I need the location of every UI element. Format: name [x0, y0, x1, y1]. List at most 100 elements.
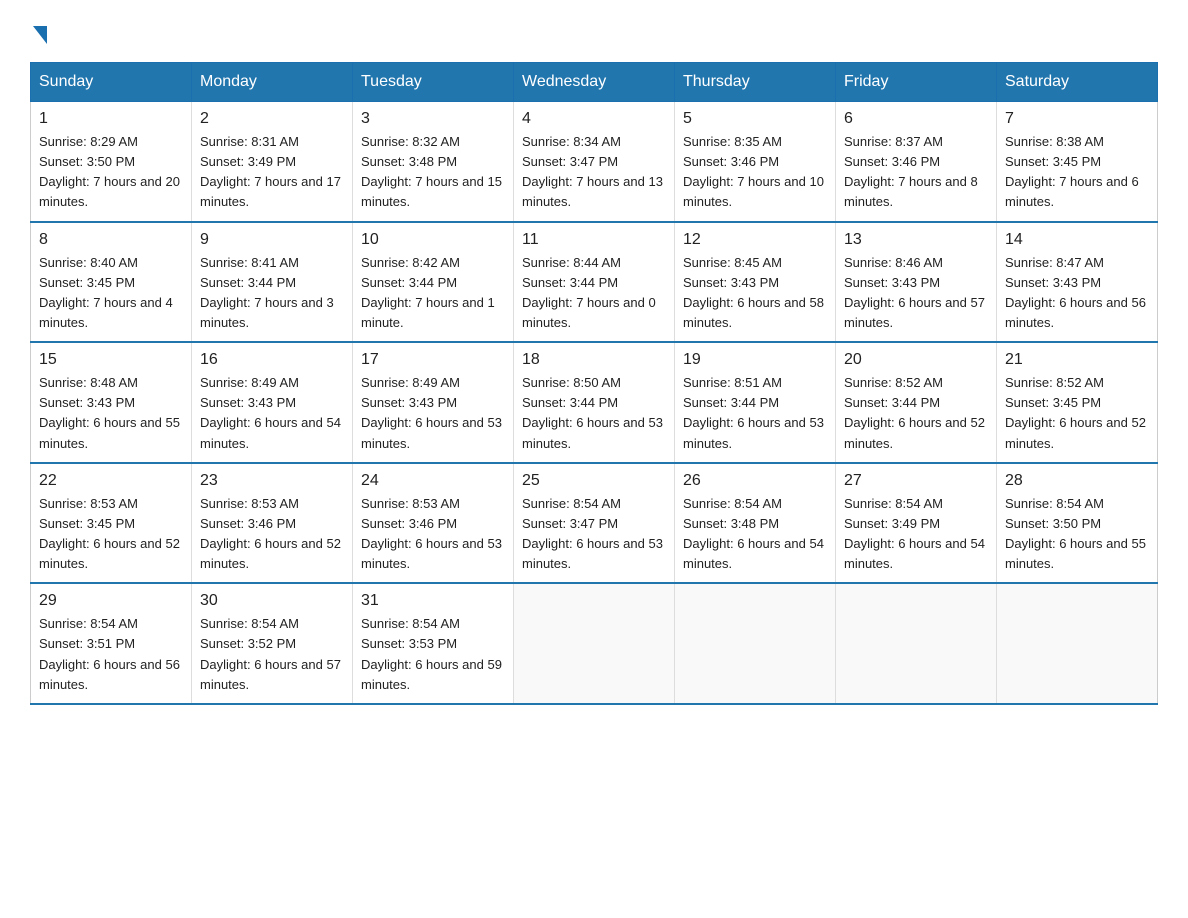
day-number: 11	[522, 231, 666, 249]
calendar-cell: 8 Sunrise: 8:40 AMSunset: 3:45 PMDayligh…	[31, 222, 192, 343]
week-row-2: 8 Sunrise: 8:40 AMSunset: 3:45 PMDayligh…	[31, 222, 1158, 343]
day-number: 24	[361, 472, 505, 490]
day-number: 5	[683, 110, 827, 128]
day-number: 7	[1005, 110, 1149, 128]
day-number: 3	[361, 110, 505, 128]
day-detail: Sunrise: 8:54 AMSunset: 3:50 PMDaylight:…	[1005, 496, 1146, 571]
day-number: 19	[683, 351, 827, 369]
header-monday: Monday	[192, 63, 353, 102]
day-number: 9	[200, 231, 344, 249]
day-number: 10	[361, 231, 505, 249]
calendar-cell: 27 Sunrise: 8:54 AMSunset: 3:49 PMDaylig…	[836, 463, 997, 584]
calendar-cell: 10 Sunrise: 8:42 AMSunset: 3:44 PMDaylig…	[353, 222, 514, 343]
calendar-cell: 15 Sunrise: 8:48 AMSunset: 3:43 PMDaylig…	[31, 342, 192, 463]
calendar-cell: 22 Sunrise: 8:53 AMSunset: 3:45 PMDaylig…	[31, 463, 192, 584]
day-detail: Sunrise: 8:53 AMSunset: 3:46 PMDaylight:…	[200, 496, 341, 571]
day-detail: Sunrise: 8:51 AMSunset: 3:44 PMDaylight:…	[683, 375, 824, 450]
calendar-cell: 18 Sunrise: 8:50 AMSunset: 3:44 PMDaylig…	[514, 342, 675, 463]
logo	[30, 20, 47, 44]
calendar-cell: 5 Sunrise: 8:35 AMSunset: 3:46 PMDayligh…	[675, 102, 836, 222]
logo-arrow-icon	[33, 26, 47, 44]
day-number: 18	[522, 351, 666, 369]
day-number: 6	[844, 110, 988, 128]
day-detail: Sunrise: 8:47 AMSunset: 3:43 PMDaylight:…	[1005, 255, 1146, 330]
calendar-cell: 11 Sunrise: 8:44 AMSunset: 3:44 PMDaylig…	[514, 222, 675, 343]
day-number: 26	[683, 472, 827, 490]
day-number: 13	[844, 231, 988, 249]
day-detail: Sunrise: 8:32 AMSunset: 3:48 PMDaylight:…	[361, 134, 502, 209]
header-wednesday: Wednesday	[514, 63, 675, 102]
day-detail: Sunrise: 8:45 AMSunset: 3:43 PMDaylight:…	[683, 255, 824, 330]
calendar-cell: 1 Sunrise: 8:29 AMSunset: 3:50 PMDayligh…	[31, 102, 192, 222]
day-number: 16	[200, 351, 344, 369]
day-detail: Sunrise: 8:35 AMSunset: 3:46 PMDaylight:…	[683, 134, 824, 209]
calendar-cell	[514, 583, 675, 704]
day-detail: Sunrise: 8:48 AMSunset: 3:43 PMDaylight:…	[39, 375, 180, 450]
day-number: 29	[39, 592, 183, 610]
calendar-cell: 9 Sunrise: 8:41 AMSunset: 3:44 PMDayligh…	[192, 222, 353, 343]
day-detail: Sunrise: 8:29 AMSunset: 3:50 PMDaylight:…	[39, 134, 180, 209]
day-detail: Sunrise: 8:52 AMSunset: 3:45 PMDaylight:…	[1005, 375, 1146, 450]
header-tuesday: Tuesday	[353, 63, 514, 102]
week-row-1: 1 Sunrise: 8:29 AMSunset: 3:50 PMDayligh…	[31, 102, 1158, 222]
day-number: 15	[39, 351, 183, 369]
day-detail: Sunrise: 8:54 AMSunset: 3:47 PMDaylight:…	[522, 496, 663, 571]
calendar-cell: 4 Sunrise: 8:34 AMSunset: 3:47 PMDayligh…	[514, 102, 675, 222]
calendar-cell	[997, 583, 1158, 704]
day-detail: Sunrise: 8:54 AMSunset: 3:53 PMDaylight:…	[361, 616, 502, 691]
calendar-cell: 17 Sunrise: 8:49 AMSunset: 3:43 PMDaylig…	[353, 342, 514, 463]
calendar-cell: 19 Sunrise: 8:51 AMSunset: 3:44 PMDaylig…	[675, 342, 836, 463]
header-saturday: Saturday	[997, 63, 1158, 102]
day-detail: Sunrise: 8:54 AMSunset: 3:48 PMDaylight:…	[683, 496, 824, 571]
calendar-cell: 16 Sunrise: 8:49 AMSunset: 3:43 PMDaylig…	[192, 342, 353, 463]
day-detail: Sunrise: 8:42 AMSunset: 3:44 PMDaylight:…	[361, 255, 495, 330]
day-number: 17	[361, 351, 505, 369]
day-number: 25	[522, 472, 666, 490]
calendar-cell: 31 Sunrise: 8:54 AMSunset: 3:53 PMDaylig…	[353, 583, 514, 704]
calendar-cell	[836, 583, 997, 704]
calendar-cell: 24 Sunrise: 8:53 AMSunset: 3:46 PMDaylig…	[353, 463, 514, 584]
calendar-cell: 6 Sunrise: 8:37 AMSunset: 3:46 PMDayligh…	[836, 102, 997, 222]
header-friday: Friday	[836, 63, 997, 102]
day-number: 27	[844, 472, 988, 490]
day-detail: Sunrise: 8:38 AMSunset: 3:45 PMDaylight:…	[1005, 134, 1139, 209]
day-number: 8	[39, 231, 183, 249]
calendar-cell: 23 Sunrise: 8:53 AMSunset: 3:46 PMDaylig…	[192, 463, 353, 584]
day-number: 20	[844, 351, 988, 369]
day-detail: Sunrise: 8:37 AMSunset: 3:46 PMDaylight:…	[844, 134, 978, 209]
calendar-cell: 2 Sunrise: 8:31 AMSunset: 3:49 PMDayligh…	[192, 102, 353, 222]
calendar-cell: 12 Sunrise: 8:45 AMSunset: 3:43 PMDaylig…	[675, 222, 836, 343]
day-number: 2	[200, 110, 344, 128]
calendar-header-row: SundayMondayTuesdayWednesdayThursdayFrid…	[31, 63, 1158, 102]
day-detail: Sunrise: 8:49 AMSunset: 3:43 PMDaylight:…	[200, 375, 341, 450]
day-detail: Sunrise: 8:54 AMSunset: 3:49 PMDaylight:…	[844, 496, 985, 571]
day-number: 23	[200, 472, 344, 490]
calendar-table: SundayMondayTuesdayWednesdayThursdayFrid…	[30, 62, 1158, 705]
calendar-cell: 14 Sunrise: 8:47 AMSunset: 3:43 PMDaylig…	[997, 222, 1158, 343]
week-row-3: 15 Sunrise: 8:48 AMSunset: 3:43 PMDaylig…	[31, 342, 1158, 463]
day-detail: Sunrise: 8:54 AMSunset: 3:51 PMDaylight:…	[39, 616, 180, 691]
calendar-cell: 21 Sunrise: 8:52 AMSunset: 3:45 PMDaylig…	[997, 342, 1158, 463]
day-number: 14	[1005, 231, 1149, 249]
calendar-cell: 3 Sunrise: 8:32 AMSunset: 3:48 PMDayligh…	[353, 102, 514, 222]
day-number: 30	[200, 592, 344, 610]
day-number: 1	[39, 110, 183, 128]
calendar-cell: 30 Sunrise: 8:54 AMSunset: 3:52 PMDaylig…	[192, 583, 353, 704]
day-detail: Sunrise: 8:46 AMSunset: 3:43 PMDaylight:…	[844, 255, 985, 330]
week-row-5: 29 Sunrise: 8:54 AMSunset: 3:51 PMDaylig…	[31, 583, 1158, 704]
day-number: 4	[522, 110, 666, 128]
day-number: 31	[361, 592, 505, 610]
week-row-4: 22 Sunrise: 8:53 AMSunset: 3:45 PMDaylig…	[31, 463, 1158, 584]
calendar-cell: 20 Sunrise: 8:52 AMSunset: 3:44 PMDaylig…	[836, 342, 997, 463]
day-detail: Sunrise: 8:34 AMSunset: 3:47 PMDaylight:…	[522, 134, 663, 209]
day-detail: Sunrise: 8:53 AMSunset: 3:46 PMDaylight:…	[361, 496, 502, 571]
header-thursday: Thursday	[675, 63, 836, 102]
day-number: 28	[1005, 472, 1149, 490]
calendar-cell: 7 Sunrise: 8:38 AMSunset: 3:45 PMDayligh…	[997, 102, 1158, 222]
day-detail: Sunrise: 8:31 AMSunset: 3:49 PMDaylight:…	[200, 134, 341, 209]
day-detail: Sunrise: 8:44 AMSunset: 3:44 PMDaylight:…	[522, 255, 656, 330]
calendar-cell	[675, 583, 836, 704]
day-number: 21	[1005, 351, 1149, 369]
day-detail: Sunrise: 8:41 AMSunset: 3:44 PMDaylight:…	[200, 255, 334, 330]
day-number: 12	[683, 231, 827, 249]
